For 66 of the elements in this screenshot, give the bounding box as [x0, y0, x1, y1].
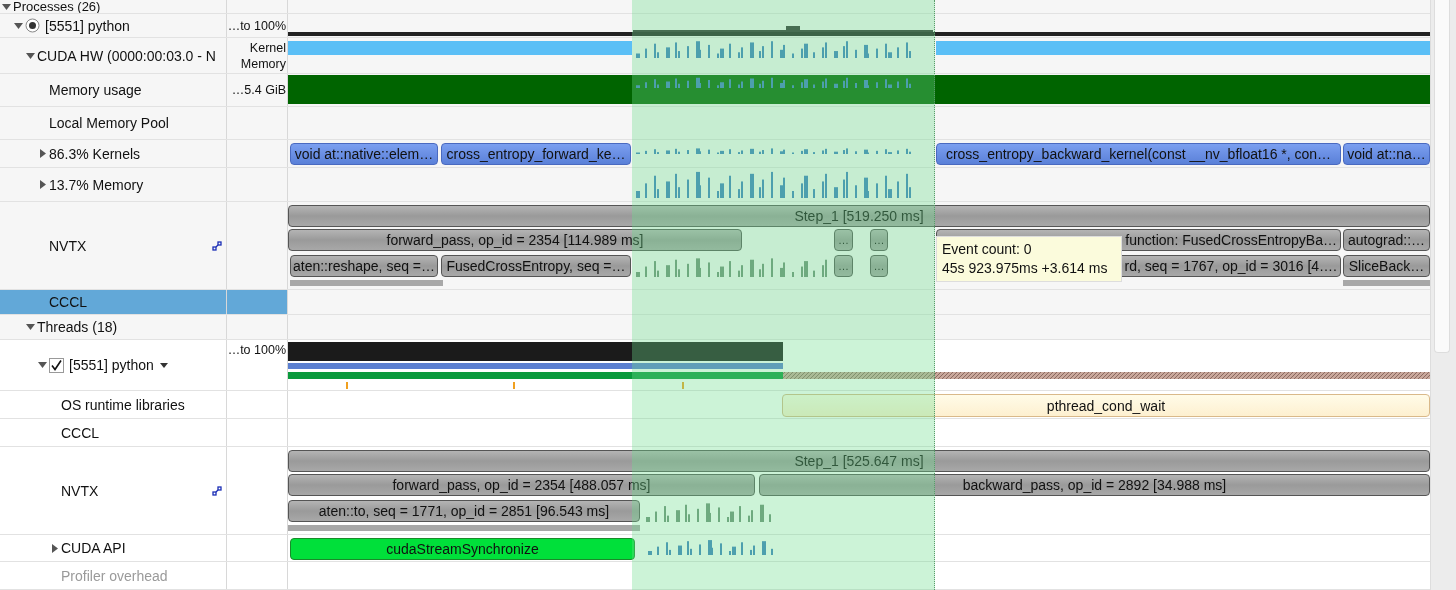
- nvtx-range[interactable]: aten::reshape, seq =…: [290, 255, 438, 277]
- event-bar[interactable]: cross_entropy_forward_ke…: [441, 143, 631, 165]
- checkbox[interactable]: [49, 357, 64, 373]
- track-label: Local Memory Pool: [49, 115, 169, 131]
- scale-label: …5.4 GiB: [231, 82, 286, 98]
- event-bar[interactable]: cudaStreamSynchronize: [290, 538, 635, 560]
- nvtx-range[interactable]: Step_1 [519.250 ms]: [288, 205, 1430, 227]
- track-label: CCCL: [49, 294, 88, 310]
- event-bar[interactable]: void at::native::elem…: [290, 143, 438, 165]
- track-label: NVTX: [49, 237, 87, 254]
- caret-down-icon[interactable]: [38, 362, 47, 368]
- radio-button[interactable]: [25, 18, 40, 33]
- nvtx-range[interactable]: forward_pass, op_id = 2354 [488.057 ms]: [288, 474, 755, 496]
- nvtx-range[interactable]: …: [834, 255, 853, 277]
- track-label: 86.3% Kernels: [49, 145, 141, 162]
- caret-down-icon[interactable]: [26, 52, 35, 59]
- track-label: Threads (18): [37, 319, 118, 335]
- tree-row[interactable]: 86.3% Kernels: [0, 140, 227, 167]
- tree-row[interactable]: Local Memory Pool: [0, 107, 227, 139]
- track-label: 13.7% Memory: [49, 176, 144, 193]
- event-bar[interactable]: pthread_cond_wait: [782, 394, 1430, 417]
- caret-right-icon[interactable]: [39, 180, 46, 189]
- resize-icon[interactable]: [212, 485, 222, 496]
- tree-row[interactable]: Processes (26): [0, 0, 227, 13]
- tree-row[interactable]: Memory usage: [0, 74, 227, 106]
- resize-icon[interactable]: [212, 240, 222, 251]
- caret-down-icon[interactable]: [26, 324, 35, 330]
- nvtx-range[interactable]: …: [870, 229, 888, 251]
- scale-label: …to 100%: [227, 342, 286, 358]
- nvtx-range[interactable]: backward_pass, op_id = 2892 [34.988 ms]: [759, 474, 1430, 496]
- caret-down-icon[interactable]: [14, 22, 23, 29]
- vertical-scrollbar[interactable]: [1430, 0, 1456, 590]
- nvtx-range[interactable]: …: [870, 255, 888, 277]
- track-label: CCCL: [61, 424, 100, 441]
- caret-right-icon[interactable]: [51, 543, 58, 553]
- track-label: NVTX: [61, 482, 99, 499]
- nvtx-range[interactable]: …: [834, 229, 853, 251]
- caret-down-icon[interactable]: [2, 3, 11, 10]
- tree-row[interactable]: CCCL: [0, 290, 227, 314]
- tooltip-text: 45s 923.975ms +3.614 ms: [942, 259, 1109, 278]
- caret-right-icon[interactable]: [39, 149, 46, 158]
- tree-row[interactable]: Threads (18): [0, 315, 227, 339]
- scale-label: …to 100%: [227, 17, 286, 34]
- nvtx-range[interactable]: FusedCrossEntropy, seq =…: [441, 255, 631, 277]
- nvtx-range[interactable]: autograd::…: [1343, 229, 1430, 251]
- track-label: Memory usage: [49, 82, 142, 98]
- event-bar[interactable]: void at::na…: [1343, 143, 1430, 165]
- track-label: Profiler overhead: [61, 567, 168, 584]
- track-label: [5551] python: [69, 357, 154, 373]
- nvtx-range[interactable]: aten::to, seq = 1771, op_id = 2851 [96.543 ms]: [288, 500, 640, 522]
- track-label: OS runtime libraries: [61, 396, 185, 413]
- nvtx-range[interactable]: forward_pass, op_id = 2354 [114.989 ms]: [288, 229, 742, 251]
- tree-row[interactable]: [5551] python: [0, 14, 227, 37]
- track-label: CUDA API: [61, 540, 126, 556]
- tree-row[interactable]: 13.7% Memory: [0, 168, 227, 201]
- track-label: [5551] python: [45, 17, 130, 34]
- track-label: CUDA HW (0000:00:03.0 - N: [37, 47, 216, 64]
- nvtx-range[interactable]: SliceBack…: [1343, 255, 1430, 277]
- tree-row[interactable]: NVTX: [0, 202, 227, 289]
- event-bar[interactable]: cross_entropy_backward_kernel(const __nv_bfloat16 *, con…: [936, 143, 1341, 165]
- scale-label: Kernel: [249, 40, 286, 56]
- dropdown-caret-icon[interactable]: [159, 362, 168, 368]
- nvtx-range[interactable]: Step_1 [525.647 ms]: [288, 450, 1430, 472]
- track-label: Processes (26): [13, 0, 101, 13]
- tree-row[interactable]: CUDA HW (0000:00:03.0 - N: [0, 38, 227, 73]
- scale-label: Memory: [240, 56, 286, 72]
